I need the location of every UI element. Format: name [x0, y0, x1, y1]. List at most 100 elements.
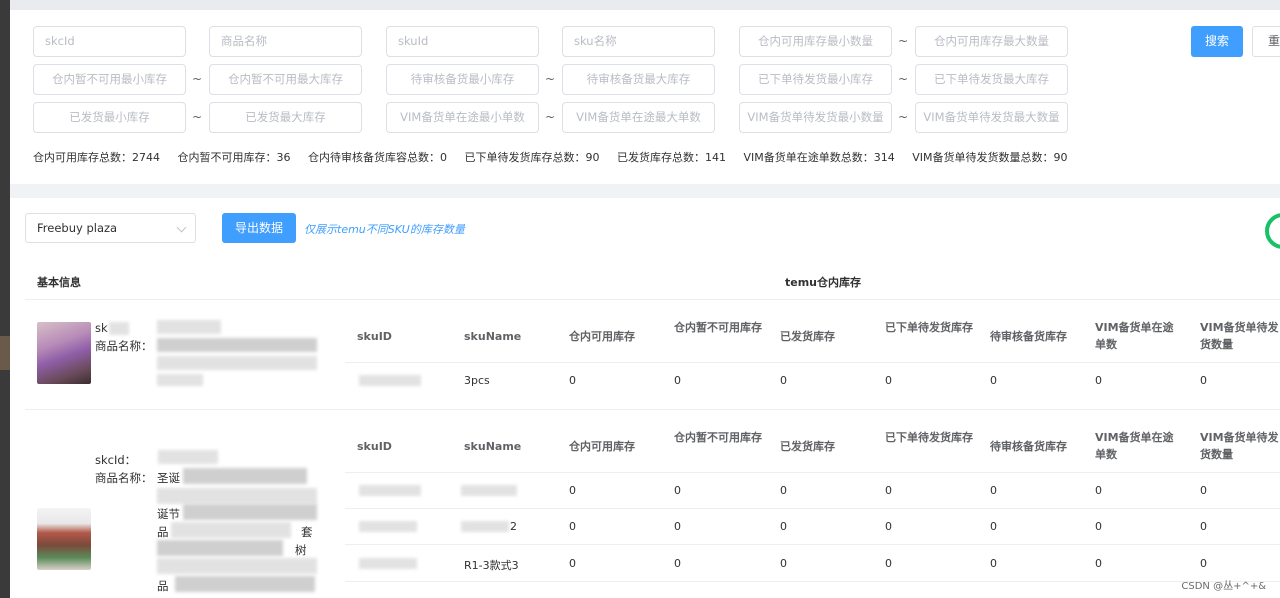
temu-stock-heading: temu仓内库存 [785, 276, 862, 289]
unavail-stock-max-input[interactable]: 仓内暂不可用最大库存 [209, 64, 362, 95]
stock-cell: 0 [1095, 520, 1102, 533]
col-shipped-stock: 已发货库存 [780, 440, 835, 453]
stock-cell: 0 [1095, 484, 1102, 497]
sku-name-input[interactable]: sku名称 [562, 26, 715, 57]
redacted-sku-id [359, 558, 417, 569]
chevron-down-icon [176, 222, 187, 233]
product-name-label: 商品名称： [95, 339, 153, 353]
redacted-text [157, 540, 283, 556]
avail-stock-min-input[interactable]: 仓内可用库存最小数量 [739, 26, 892, 57]
col-unavail-stock: 仓内暂不可用库存 [674, 321, 762, 334]
export-button[interactable]: 导出数据 [222, 213, 296, 243]
product-name-fragment: 套 [301, 525, 313, 539]
product-thumbnail [37, 322, 91, 384]
col-avail-stock: 仓内可用库存 [569, 440, 635, 453]
sku-name-cell: 2 [510, 520, 517, 533]
stock-cell: 0 [990, 557, 997, 570]
redacted-text [157, 320, 221, 334]
stock-cell: 0 [1095, 374, 1102, 387]
basic-info-heading: 基本信息 [37, 276, 81, 289]
reset-button[interactable]: 重置 [1252, 26, 1280, 57]
stock-cell: 0 [885, 557, 892, 570]
stock-cell: 0 [1200, 557, 1207, 570]
redacted-sku-id [359, 375, 421, 386]
redacted-text [157, 338, 317, 352]
section-divider [10, 184, 1280, 198]
stock-cell: 0 [1200, 484, 1207, 497]
stock-cell: 0 [990, 520, 997, 533]
stock-cell: 0 [780, 374, 787, 387]
summary-item: 仓内可用库存总数：2744 [33, 151, 160, 164]
col-sku-id: skuID [357, 330, 392, 343]
shipped-stock-min-input[interactable]: 已发货最小库存 [33, 102, 186, 133]
product-row: sk 商品名称： skuID skuName 仓内可用库存 仓内暂不可用库存 已… [25, 300, 1280, 410]
col-vim-transit: VIM备货单在途单数 [1095, 321, 1174, 351]
watermark: CSDN @丛+^+& [1181, 581, 1266, 592]
left-sidebar-strip [0, 0, 10, 598]
summary-item: VIM备货单待发货数量总数：90 [912, 151, 1068, 164]
inventory-panel: Freebuy plaza 导出数据 仅展示temu不同SKU的库存数量 基本信… [10, 198, 1280, 598]
range-separator: ~ [545, 110, 556, 124]
stock-cell: 0 [990, 374, 997, 387]
stock-cell: 0 [780, 557, 787, 570]
summary-item: 仓内待审核备货库容总数：0 [308, 151, 447, 164]
stock-summary: 仓内可用库存总数：2744 仓内暂不可用库存：36 仓内待审核备货库容总数：0 … [33, 149, 1082, 165]
summary-item: 已下单待发货库存总数：90 [464, 151, 600, 164]
stock-cell: 0 [674, 520, 681, 533]
vim-transit-min-input[interactable]: VIM备货单在途最小单数 [386, 102, 539, 133]
stock-cell: 0 [885, 520, 892, 533]
redacted-text [157, 374, 203, 386]
vim-pending-min-input[interactable]: VIM备货单待发货最小数量 [739, 102, 892, 133]
product-name-fragment: 品 [157, 525, 169, 539]
redacted-sku-id [359, 521, 417, 532]
range-separator: ~ [898, 110, 909, 124]
row-divider [345, 472, 1280, 473]
product-name-fragment: 诞节 [157, 507, 180, 521]
stock-cell: 0 [674, 557, 681, 570]
summary-item: 已发货库存总数：141 [617, 151, 726, 164]
row-divider [345, 544, 1280, 545]
stock-cell: 0 [674, 484, 681, 497]
sku-name-cell: 3pcs [464, 374, 490, 387]
vim-pending-max-input[interactable]: VIM备货单待发货最大数量 [915, 102, 1068, 133]
store-select[interactable]: Freebuy plaza [25, 213, 196, 243]
store-select-value: Freebuy plaza [37, 221, 118, 235]
redacted-sku-name [461, 521, 509, 532]
redacted-text [175, 576, 315, 592]
skc-id-input[interactable]: skcId [33, 26, 186, 57]
review-stock-min-input[interactable]: 待审核备货最小库存 [386, 64, 539, 95]
product-name-label: 商品名称： [95, 471, 153, 485]
col-avail-stock: 仓内可用库存 [569, 330, 635, 343]
row-divider [345, 362, 1280, 363]
redacted-sku-name [461, 485, 517, 496]
shipped-stock-max-input[interactable]: 已发货最大库存 [209, 102, 362, 133]
unavail-stock-min-input[interactable]: 仓内暂不可用最小库存 [33, 64, 186, 95]
stock-cell: 0 [569, 484, 576, 497]
avail-stock-max-input[interactable]: 仓内可用库存最大数量 [915, 26, 1068, 57]
product-name-fragment: 圣诞 [157, 471, 180, 485]
loading-spinner-icon [1265, 213, 1280, 249]
redacted-text [157, 356, 317, 370]
vim-transit-max-input[interactable]: VIM备货单在途最大单数 [562, 102, 715, 133]
ordered-stock-min-input[interactable]: 已下单待发货最小库存 [739, 64, 892, 95]
skc-label: skcId： [95, 453, 137, 467]
col-ordered-stock: 已下单待发货库存 [885, 431, 973, 444]
row-divider [345, 581, 1280, 582]
col-shipped-stock: 已发货库存 [780, 330, 835, 343]
stock-cell: 0 [569, 374, 576, 387]
stock-cell: 0 [569, 520, 576, 533]
col-review-stock: 待审核备货库存 [990, 330, 1067, 343]
search-button[interactable]: 搜索 [1191, 26, 1243, 57]
ordered-stock-max-input[interactable]: 已下单待发货最大库存 [915, 64, 1068, 95]
redacted-text [183, 504, 317, 520]
col-vim-pending: VIM备货单待发货数量 [1200, 321, 1279, 351]
range-separator: ~ [898, 72, 909, 86]
review-stock-max-input[interactable]: 待审核备货最大库存 [562, 64, 715, 95]
product-name-input[interactable]: 商品名称 [209, 26, 362, 57]
stock-cell: 0 [885, 374, 892, 387]
col-vim-pending: VIM备货单待发货数量 [1200, 431, 1279, 461]
sku-id-input[interactable]: skuId [386, 26, 539, 57]
col-unavail-stock: 仓内暂不可用库存 [674, 431, 762, 444]
product-name-fragment: 树 [295, 543, 307, 557]
redacted-text [158, 450, 218, 464]
